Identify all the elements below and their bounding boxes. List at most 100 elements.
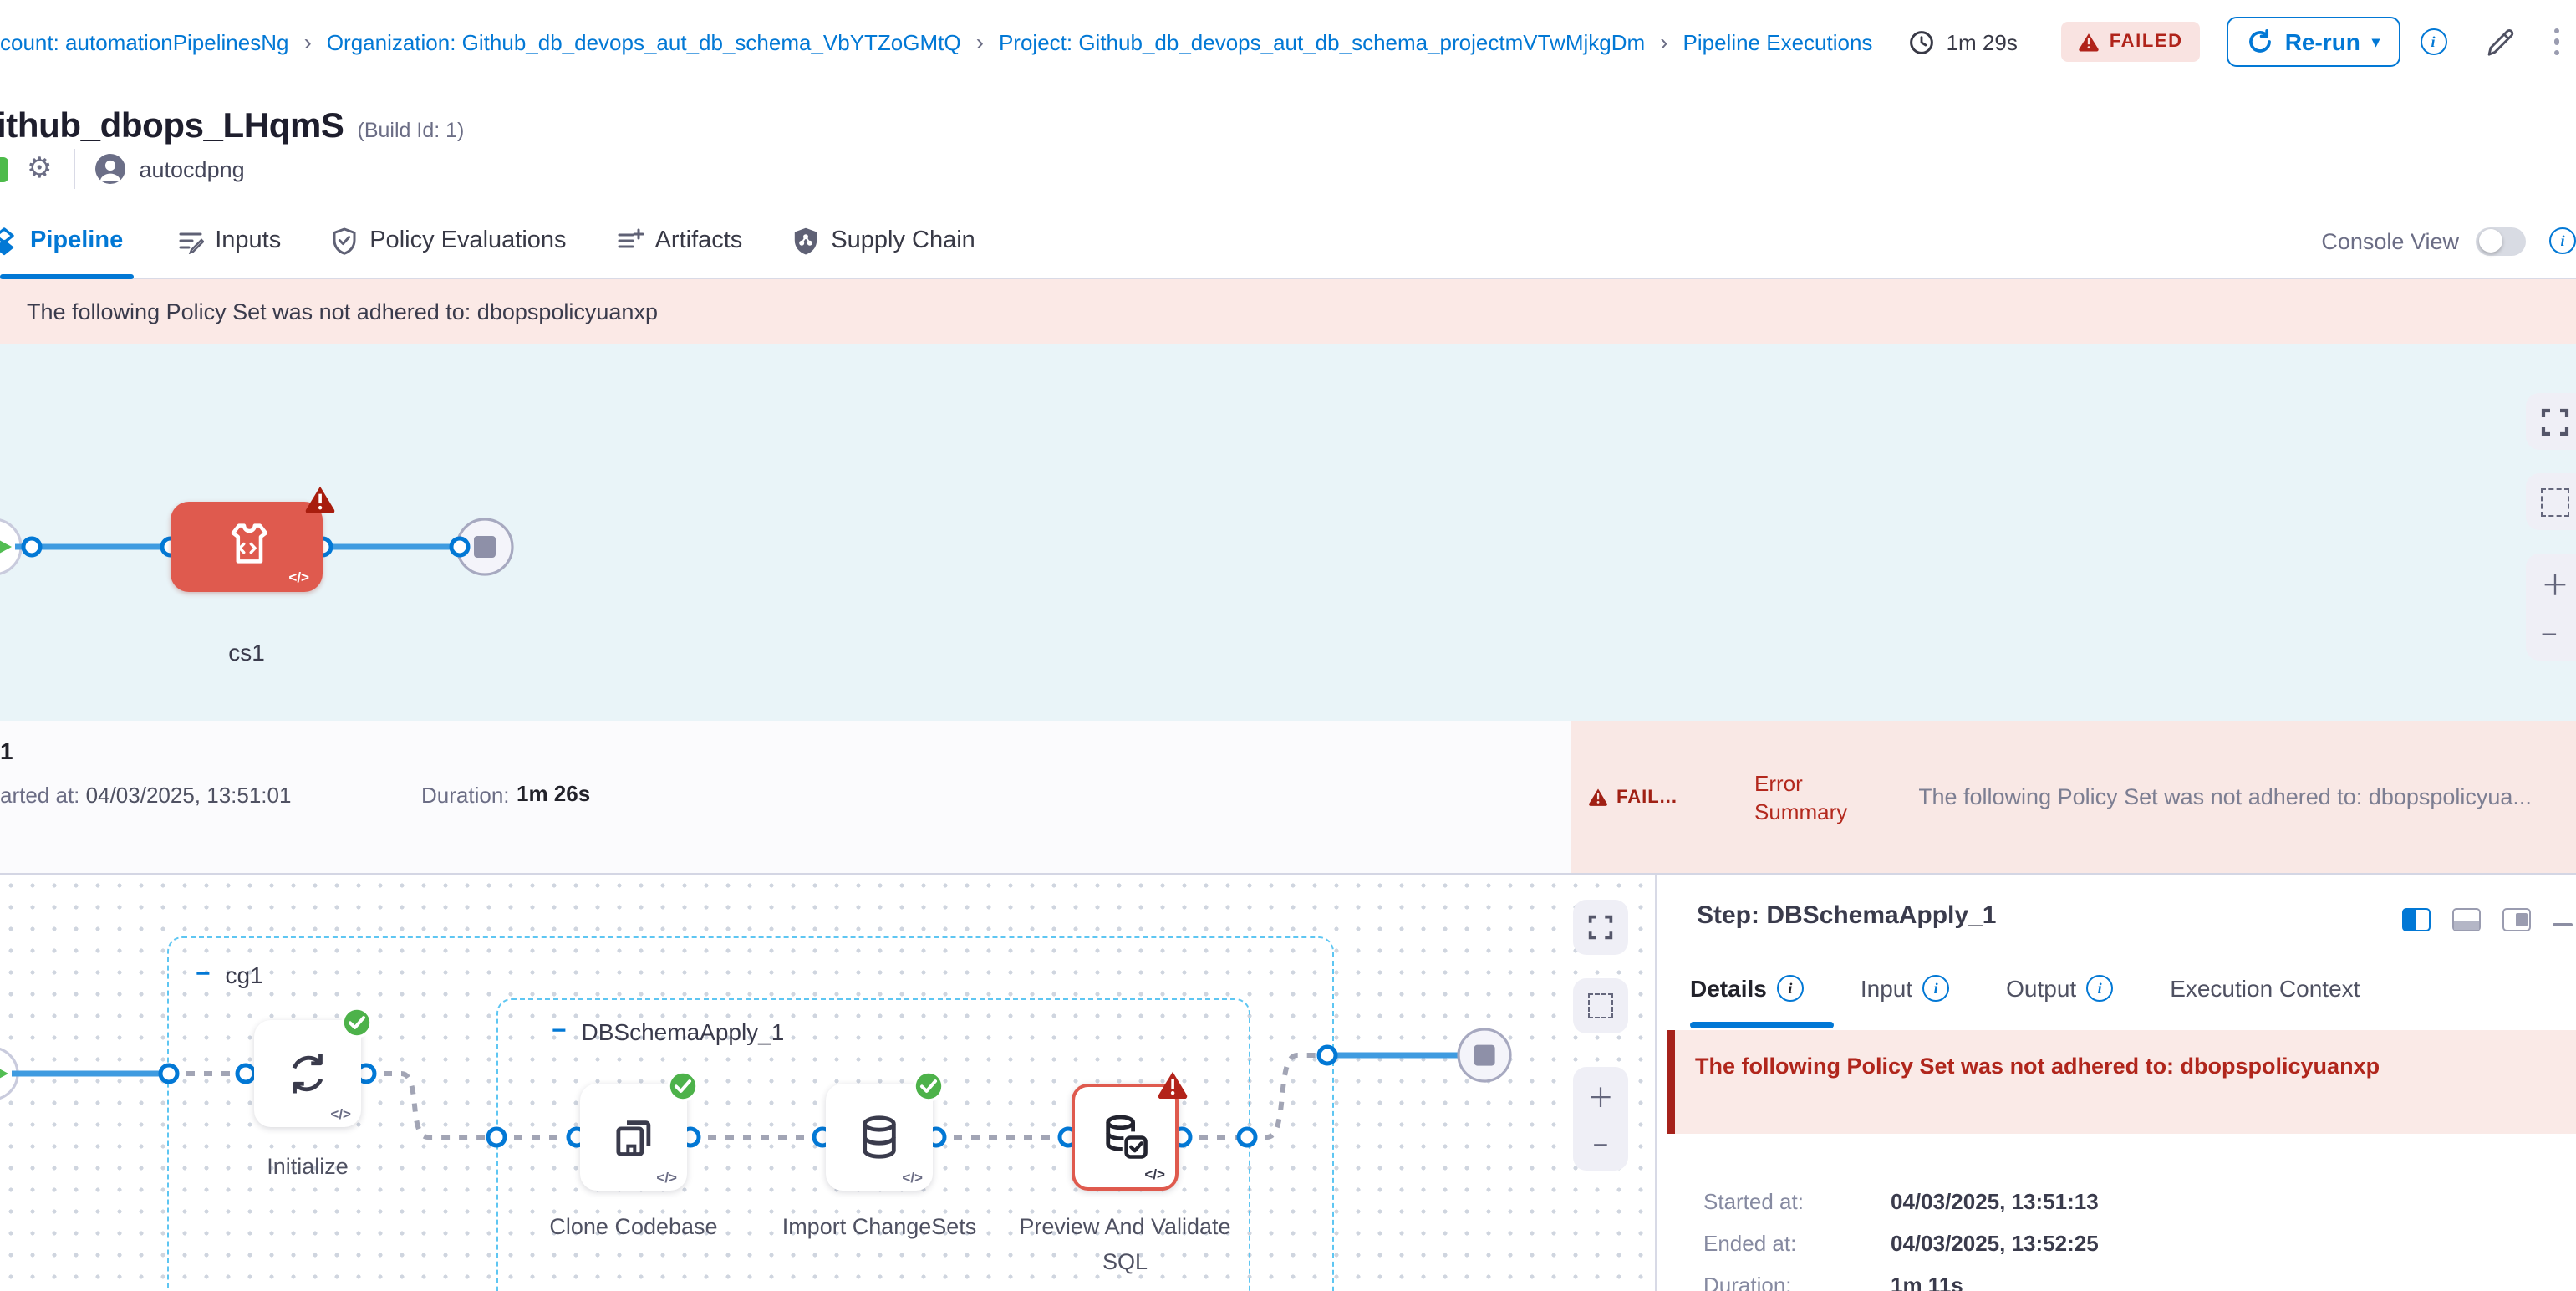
step-label-preview-validate-sql: Preview And Validate SQL xyxy=(1016,1209,1234,1279)
step-node-initialize[interactable]: </> xyxy=(254,1020,361,1127)
rerun-button[interactable]: Re-run ▾ xyxy=(2227,17,2400,67)
chevron-right-icon: › xyxy=(976,30,984,54)
zoom-in-button[interactable]: ＋ xyxy=(2541,562,2569,604)
step-node-import-changesets[interactable]: </> xyxy=(826,1084,933,1191)
build-id: (Build Id: 1) xyxy=(358,119,465,142)
tab-pipeline[interactable]: Pipeline xyxy=(0,204,123,278)
tab-execution-context[interactable]: Execution Context xyxy=(2170,975,2360,1002)
step-details-title: Step: DBSchemaApply_1 xyxy=(1697,901,1996,930)
tab-output[interactable]: Output i xyxy=(2006,975,2113,1002)
active-tab-underline xyxy=(1690,1022,1834,1028)
row-label: Started at: xyxy=(1703,1189,1871,1214)
dock-bottom-icon[interactable] xyxy=(2452,908,2481,931)
tab-artifacts-label: Artifacts xyxy=(655,227,743,254)
panel-layout-controls xyxy=(2402,908,2576,931)
status-badge-label: FAILED xyxy=(2110,32,2183,52)
top-bar-actions: 1m 29s FAILED Re-run ▾ i xyxy=(1910,17,2576,67)
stage-started: arted at: 04/03/2025, 13:51:01 xyxy=(0,783,291,808)
tab-supply-chain[interactable]: Supply Chain xyxy=(792,204,975,278)
failed-warning-icon xyxy=(304,485,336,513)
artifacts-icon xyxy=(617,227,644,254)
elapsed-time-value: 1m 29s xyxy=(1947,29,2018,54)
fullscreen-icon xyxy=(2541,407,2569,436)
edit-pencil-icon[interactable] xyxy=(2483,27,2513,57)
step-label-initialize: Initialize xyxy=(199,1149,416,1184)
row-label: Ended at: xyxy=(1703,1231,1871,1256)
breadcrumb: count: automationPipelinesNg › Organizat… xyxy=(0,29,1872,54)
stage-node-label: cs1 xyxy=(171,639,323,666)
inputs-icon xyxy=(176,227,203,254)
zoom-controls: ＋ − xyxy=(2526,554,2576,661)
failed-warning-icon xyxy=(1157,1070,1189,1099)
console-view-toggle[interactable] xyxy=(2476,227,2526,255)
zoom-out-button[interactable]: − xyxy=(2541,620,2558,653)
database-check-icon xyxy=(1098,1110,1152,1164)
tab-artifacts[interactable]: Artifacts xyxy=(617,204,743,278)
info-icon[interactable]: i xyxy=(1777,975,1804,1002)
policy-banner: The following Policy Set was not adhered… xyxy=(0,279,2576,344)
database-icon xyxy=(853,1110,906,1164)
breadcrumb-organization[interactable]: Organization: Github_db_devops_aut_db_sc… xyxy=(327,29,961,54)
info-icon[interactable]: i xyxy=(2420,28,2446,55)
page-title: ithub_dbops_LHqmS(Build Id: 1) xyxy=(0,107,464,147)
breadcrumb-project[interactable]: Project: Github_db_devops_aut_db_schema_… xyxy=(999,29,1645,54)
elapsed-time: 1m 29s xyxy=(1910,29,2018,54)
row-value: 04/03/2025, 13:52:25 xyxy=(1891,1231,2099,1256)
breadcrumb-pipeline-executions[interactable]: Pipeline Executions xyxy=(1683,29,1873,54)
error-summary-strip: FAIL... Error Summary The following Poli… xyxy=(1571,721,2576,873)
marquee-select-icon xyxy=(1588,993,1613,1018)
zoom-controls: ＋ − xyxy=(1573,1067,1628,1171)
select-region-button[interactable] xyxy=(1573,978,1628,1033)
info-icon[interactable]: i xyxy=(2549,227,2576,254)
minimize-panel-icon[interactable] xyxy=(2553,923,2573,927)
stage-info-bar: 1 arted at: 04/03/2025, 13:51:01 Duratio… xyxy=(0,721,2576,875)
tab-execution-context-label: Execution Context xyxy=(2170,975,2360,1002)
fail-chip: FAIL... xyxy=(1588,787,1677,807)
tab-supply-chain-label: Supply Chain xyxy=(831,227,975,254)
marquee-select-icon xyxy=(2541,487,2569,516)
row-value: 1m 11s xyxy=(1891,1273,1963,1291)
tab-details[interactable]: Details i xyxy=(1690,975,1804,1002)
success-check-icon xyxy=(667,1070,699,1102)
zoom-in-button[interactable]: ＋ xyxy=(1587,1075,1614,1115)
stage-graph-canvas[interactable]: </> cs1 ＋ − xyxy=(0,344,2576,721)
code-mark: </> xyxy=(656,1169,677,1186)
tab-inputs-label: Inputs xyxy=(215,227,281,254)
success-check-icon xyxy=(913,1070,944,1102)
fullscreen-button[interactable] xyxy=(2526,393,2576,450)
policy-error-alert: The following Policy Set was not adhered… xyxy=(1667,1030,2576,1134)
clone-codebase-icon xyxy=(607,1110,660,1164)
zoom-out-button[interactable]: − xyxy=(1593,1132,1609,1162)
more-options-icon[interactable] xyxy=(2553,28,2559,56)
alert-left-bar xyxy=(1667,1030,1675,1134)
tab-details-label: Details xyxy=(1690,975,1767,1002)
breadcrumb-account[interactable]: count: automationPipelinesNg xyxy=(0,29,288,54)
tab-output-label: Output xyxy=(2006,975,2076,1002)
tab-input[interactable]: Input i xyxy=(1861,975,1949,1002)
step-label-import-changesets: Import ChangeSets xyxy=(771,1209,988,1244)
info-icon[interactable]: i xyxy=(1922,975,1949,1002)
float-panel-icon[interactable] xyxy=(2502,908,2531,931)
code-mark: </> xyxy=(1144,1166,1165,1182)
step-label-clone-codebase: Clone Codebase xyxy=(525,1209,742,1244)
step-node-preview-validate-sql[interactable]: </> xyxy=(1072,1084,1179,1191)
tab-inputs[interactable]: Inputs xyxy=(176,204,281,278)
pipeline-icon xyxy=(0,227,18,255)
policy-error-text: The following Policy Set was not adhered… xyxy=(1695,1054,2380,1079)
dock-right-icon[interactable] xyxy=(2402,908,2431,931)
stage-node-cs1[interactable]: </> xyxy=(171,502,323,592)
step-node-clone-codebase[interactable]: </> xyxy=(580,1084,687,1191)
graph-controls: ＋ − xyxy=(2526,393,2576,661)
info-icon[interactable]: i xyxy=(2086,975,2113,1002)
step-graph-canvas[interactable]: − cg1 − DBSchemaApply_1 xyxy=(0,875,1655,1291)
started-label: arted at: xyxy=(0,783,79,808)
console-view-control: Console View i xyxy=(2321,227,2576,255)
tab-input-label: Input xyxy=(1861,975,1912,1002)
chevron-right-icon: › xyxy=(1660,30,1667,54)
tab-policy-evaluations[interactable]: Policy Evaluations xyxy=(331,204,566,278)
custom-stage-icon xyxy=(220,517,273,570)
select-region-button[interactable] xyxy=(2526,473,2576,530)
fullscreen-button[interactable] xyxy=(1573,900,1628,955)
initialize-sync-icon xyxy=(281,1047,334,1100)
gear-icon[interactable]: ⚙ xyxy=(27,152,53,186)
